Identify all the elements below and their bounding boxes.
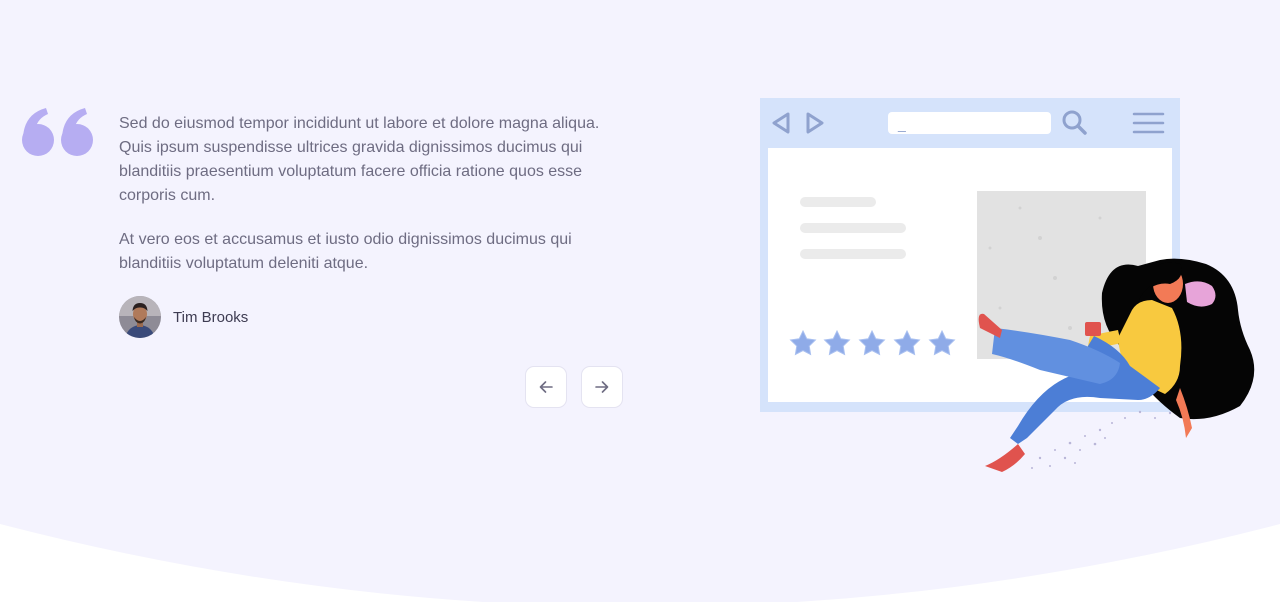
browser-search-text: _	[897, 116, 906, 132]
review-illustration: _	[760, 98, 1255, 472]
next-button[interactable]	[581, 366, 623, 408]
testimonial-author: Tim Brooks	[119, 296, 248, 338]
speckle-shadow	[1031, 405, 1186, 469]
testimonial-paragraph: At vero eos et accusamus et iusto odio d…	[119, 231, 572, 272]
quote-icon	[22, 108, 93, 156]
testimonial-paragraph: Sed do eiusmod tempor incididunt ut labo…	[119, 115, 600, 204]
testimonial-text: Sed do eiusmod tempor incididunt ut labo…	[119, 112, 619, 296]
arrow-left-icon	[539, 381, 553, 393]
author-name: Tim Brooks	[173, 308, 249, 326]
arrow-right-icon	[595, 381, 609, 393]
previous-button[interactable]	[525, 366, 567, 408]
browser-search-bar	[888, 112, 1051, 134]
avatar	[119, 296, 161, 338]
